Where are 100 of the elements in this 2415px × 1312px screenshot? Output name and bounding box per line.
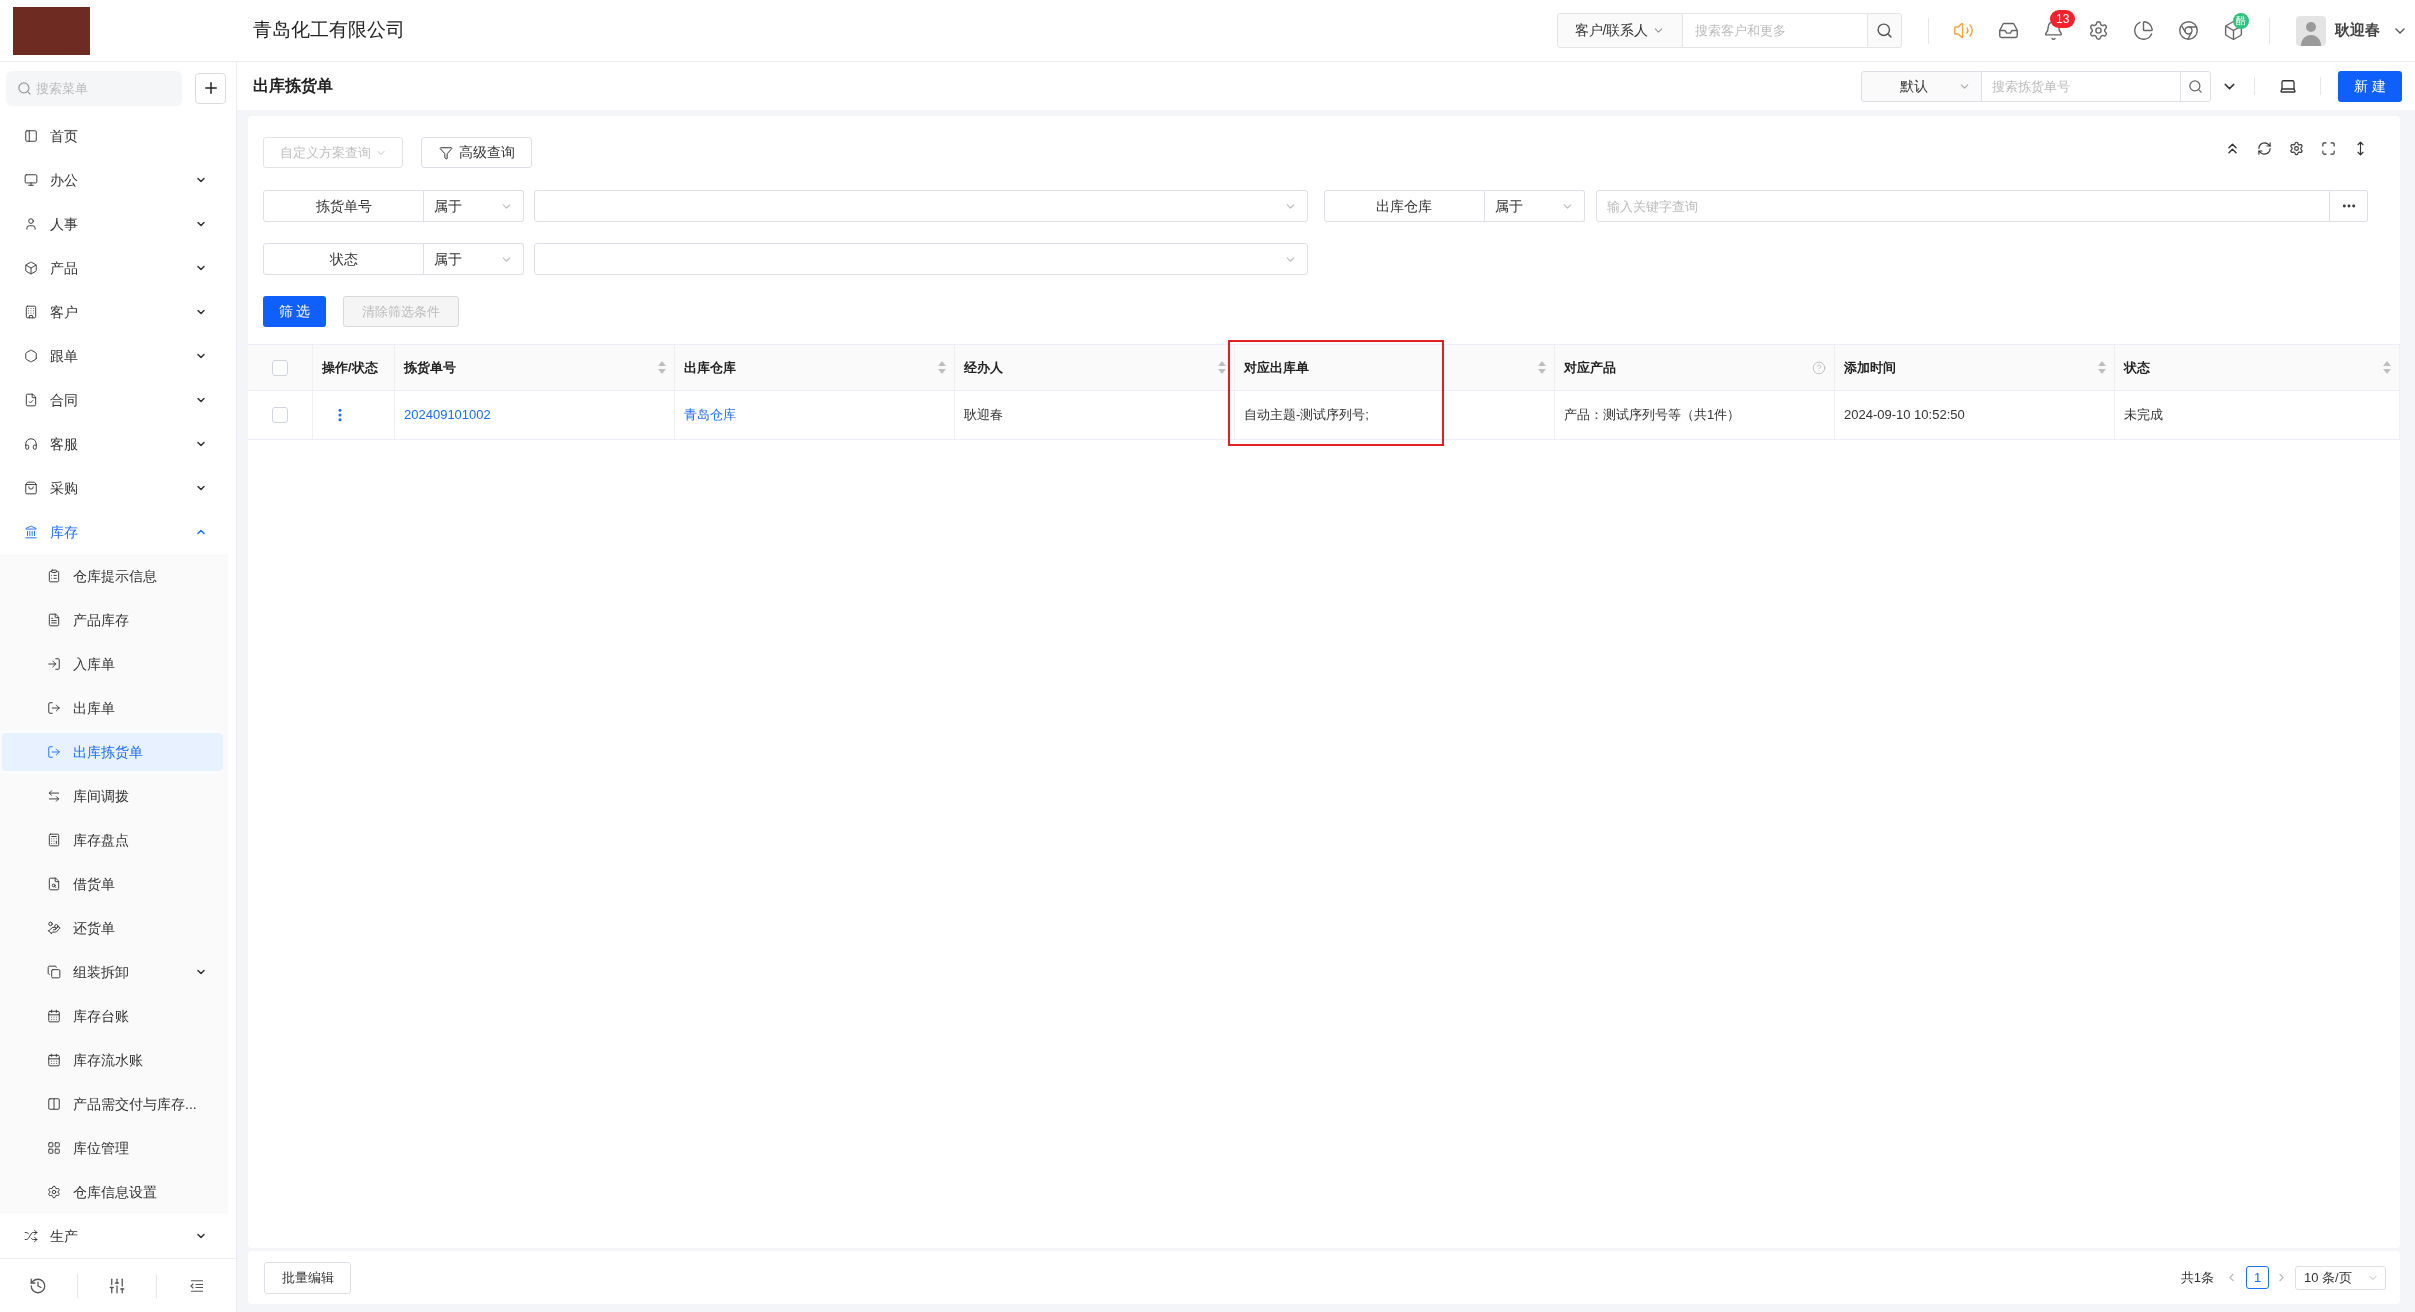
hand-coins-icon <box>47 921 61 935</box>
panel-icon <box>24 129 38 143</box>
table-cell: 产品：测试序列号等（共1件） <box>1555 391 1835 439</box>
pie-chart-icon[interactable] <box>2133 19 2154 41</box>
menu-item[interactable]: 人事 <box>2 205 223 243</box>
cube-icon <box>24 261 38 275</box>
operator-dropdown[interactable]: 属于 <box>424 190 524 222</box>
columns-icon <box>47 1097 61 1111</box>
avatar-icon[interactable] <box>2296 15 2326 46</box>
submenu-item[interactable]: 产品库存 <box>2 601 223 639</box>
notification-badge: 13 <box>2050 9 2076 28</box>
scope-dropdown[interactable]: 客户/联系人 <box>1557 13 1683 48</box>
advanced-query-button[interactable]: 高级查询 <box>421 137 532 168</box>
laptop-icon[interactable] <box>2279 77 2297 95</box>
filter-field-label: 出库仓库 <box>1323 190 1485 222</box>
submenu-item[interactable]: 还货单 <box>2 909 223 947</box>
column-header: 状态 <box>2124 358 2150 377</box>
menu-item[interactable]: 生产 <box>2 1217 223 1255</box>
copy-icon <box>47 965 61 979</box>
monitor-icon <box>24 173 38 187</box>
document-icon <box>24 393 38 407</box>
submenu-item[interactable]: 库位管理 <box>2 1129 223 1167</box>
app-badge: 酷 <box>2233 12 2249 29</box>
column-header: 对应出库单 <box>1244 358 1309 377</box>
menu-item[interactable]: 跟单 <box>2 337 223 375</box>
menu-item[interactable]: 合同 <box>2 381 223 419</box>
calculator-icon <box>47 833 61 847</box>
search-button[interactable] <box>2180 70 2211 102</box>
menu-item[interactable]: 办公 <box>2 161 223 199</box>
page-size-dropdown[interactable]: 10 条/页 <box>2295 1265 2386 1290</box>
table-link[interactable]: 青岛仓库 <box>684 405 736 425</box>
menu-item[interactable]: 首页 <box>2 117 223 155</box>
scheme-dropdown[interactable]: 默认 <box>1861 70 1982 102</box>
operator-dropdown[interactable]: 属于 <box>1484 190 1585 222</box>
menu-item[interactable]: 采购 <box>2 469 223 507</box>
submenu-item[interactable]: 出库单 <box>2 689 223 727</box>
fullscreen-icon[interactable] <box>2320 141 2336 156</box>
search-icon <box>2188 78 2203 94</box>
add-button[interactable] <box>195 72 226 104</box>
submenu-item[interactable]: 库存流水账 <box>2 1041 223 1079</box>
keyword-field[interactable]: 输入关键字查询 <box>1595 190 2330 222</box>
column-header: 拣货单号 <box>404 358 456 377</box>
submenu-item[interactable]: 入库单 <box>2 645 223 683</box>
submenu-item[interactable]: 出库拣货单 <box>2 733 223 771</box>
menu-item[interactable]: 客服 <box>2 425 223 463</box>
search-icon <box>1876 22 1893 39</box>
sign-out-icon <box>47 745 61 759</box>
sign-out-icon <box>47 701 61 715</box>
history-icon[interactable] <box>29 1276 48 1295</box>
batch-edit-button[interactable]: 批量编辑 <box>264 1261 351 1294</box>
settings-icon[interactable] <box>2288 141 2304 156</box>
submenu-item[interactable]: 库存盘点 <box>2 821 223 859</box>
transfer-arrows-icon <box>47 789 61 803</box>
search-field[interactable]: 搜索拣货单号 <box>1982 70 2180 102</box>
settings-icon[interactable] <box>2088 19 2109 41</box>
menu-search-field[interactable]: 搜索菜单 <box>6 70 182 106</box>
filter-button[interactable]: 筛 选 <box>263 296 326 327</box>
hexagon-icon <box>24 349 38 363</box>
submenu-item[interactable]: 产品需交付与库存... <box>2 1085 223 1123</box>
sliders-icon[interactable] <box>108 1276 126 1295</box>
submenu-item[interactable]: 库间调拨 <box>2 777 223 815</box>
menu-item[interactable]: 产品 <box>2 249 223 287</box>
file-search-icon <box>47 877 61 891</box>
row-checkbox[interactable] <box>272 407 288 423</box>
submenu-item[interactable]: 借货单 <box>2 865 223 903</box>
calendar-icon <box>47 1009 61 1023</box>
table-link[interactable]: 202409101002 <box>404 405 491 425</box>
bag-icon <box>24 481 38 495</box>
column-header: 经办人 <box>964 358 1003 377</box>
browser-icon[interactable] <box>2178 19 2199 41</box>
bank-building-icon <box>24 525 38 539</box>
filter-field-label: 状态 <box>263 243 424 275</box>
document-icon <box>47 613 61 627</box>
company-name: 青岛化工有限公司 <box>253 18 405 43</box>
table-cell: 2024-09-10 10:52:50 <box>1835 391 2115 439</box>
calendar-icon <box>47 1053 61 1067</box>
submenu-item[interactable]: 仓库信息设置 <box>2 1173 223 1211</box>
sign-in-icon <box>47 657 61 671</box>
filter-field-label: 拣货单号 <box>263 190 424 222</box>
clipboard-icon <box>47 569 61 583</box>
menu-item[interactable]: 客户 <box>2 293 223 331</box>
submenu-item[interactable]: 库存台账 <box>2 997 223 1035</box>
submenu-item[interactable]: 仓库提示信息 <box>2 557 223 595</box>
gear-icon <box>47 1185 61 1199</box>
page-title: 出库拣货单 <box>253 76 333 97</box>
search-field[interactable]: 搜索客户和更多 <box>1683 13 1867 48</box>
search-button[interactable] <box>1867 13 1902 48</box>
user-name[interactable]: 耿迎春 <box>2335 19 2380 42</box>
refresh-icon[interactable] <box>2256 141 2272 156</box>
search-icon <box>17 80 32 96</box>
page-button[interactable]: 1 <box>2246 1266 2269 1289</box>
grid-icon <box>47 1141 61 1155</box>
menu-item[interactable]: 库存 <box>2 513 223 551</box>
column-header: 对应产品 <box>1564 358 1616 377</box>
new-button[interactable]: 新 建 <box>2338 70 2402 102</box>
headset-icon <box>24 437 38 451</box>
select-all-checkbox[interactable] <box>272 359 288 376</box>
submenu-item[interactable]: 组装拆卸 <box>2 953 223 991</box>
operator-dropdown[interactable]: 属于 <box>424 243 524 275</box>
person-icon <box>24 217 38 231</box>
